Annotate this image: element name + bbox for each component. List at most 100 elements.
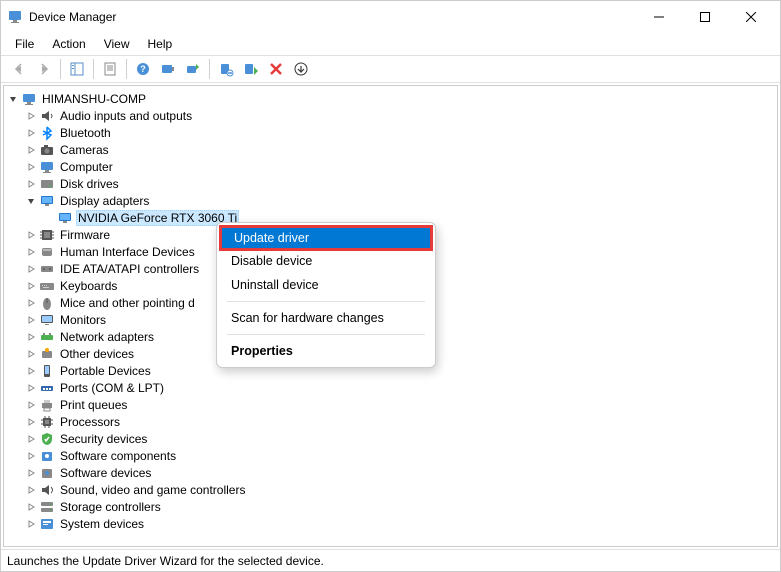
expand-icon[interactable]: [24, 483, 38, 497]
disk-icon: [39, 176, 55, 192]
tree-item-label: Mice and other pointing d: [58, 296, 197, 310]
close-button[interactable]: [728, 1, 774, 33]
expand-icon[interactable]: [24, 228, 38, 242]
ctx-uninstall-device[interactable]: Uninstall device: [217, 273, 435, 297]
menu-view[interactable]: View: [96, 35, 138, 53]
expand-icon[interactable]: [24, 279, 38, 293]
menu-action[interactable]: Action: [44, 35, 93, 53]
expand-icon[interactable]: [24, 364, 38, 378]
ctx-update-driver[interactable]: Update driver: [219, 225, 433, 251]
expand-icon[interactable]: [24, 177, 38, 191]
tree-category-bluetooth[interactable]: Bluetooth: [6, 124, 775, 141]
expand-icon[interactable]: [24, 449, 38, 463]
port-icon: [39, 380, 55, 396]
tree-category-system[interactable]: System devices: [6, 515, 775, 532]
expand-icon[interactable]: [24, 347, 38, 361]
tree-item-label: Storage controllers: [58, 500, 163, 514]
monitor-icon: [39, 312, 55, 328]
tree-item-label: Other devices: [58, 347, 136, 361]
tree-category-sound[interactable]: Sound, video and game controllers: [6, 481, 775, 498]
other-icon: [39, 346, 55, 362]
tree-item-label: IDE ATA/ATAPI controllers: [58, 262, 201, 276]
tree-category-processor[interactable]: Processors: [6, 413, 775, 430]
expand-icon[interactable]: [24, 381, 38, 395]
menu-file[interactable]: File: [7, 35, 42, 53]
tree-item-label: Security devices: [58, 432, 149, 446]
tree-category-print[interactable]: Print queues: [6, 396, 775, 413]
scan-hardware-button[interactable]: [156, 57, 180, 81]
maximize-button[interactable]: [682, 1, 728, 33]
tree-item-label: Sound, video and game controllers: [58, 483, 247, 497]
show-hide-tree-button[interactable]: [65, 57, 89, 81]
toolbar-separator: [209, 59, 210, 79]
expand-icon[interactable]: [24, 262, 38, 276]
expand-icon[interactable]: [24, 143, 38, 157]
disable-button[interactable]: [239, 57, 263, 81]
help-button[interactable]: ?: [131, 57, 155, 81]
expand-icon[interactable]: [24, 330, 38, 344]
tree-category-security[interactable]: Security devices: [6, 430, 775, 447]
tree-category-camera[interactable]: Cameras: [6, 141, 775, 158]
down-arrow-button[interactable]: [289, 57, 313, 81]
tree-category-softdev[interactable]: Software devices: [6, 464, 775, 481]
toolbar-separator: [93, 59, 94, 79]
expand-icon[interactable]: [24, 500, 38, 514]
expand-icon[interactable]: [24, 160, 38, 174]
tree-category-softcomp[interactable]: Software components: [6, 447, 775, 464]
uninstall-button[interactable]: [214, 57, 238, 81]
ctx-disable-device[interactable]: Disable device: [217, 249, 435, 273]
expand-icon[interactable]: [24, 517, 38, 531]
toolbar-separator: [126, 59, 127, 79]
tree-item-label: Computer: [58, 160, 115, 174]
expand-icon[interactable]: [24, 313, 38, 327]
tree-category-port[interactable]: Ports (COM & LPT): [6, 379, 775, 396]
toolbar-separator: [60, 59, 61, 79]
root-icon: [21, 91, 37, 107]
tree-item-label: Portable Devices: [58, 364, 153, 378]
menubar: File Action View Help: [1, 33, 780, 55]
expand-icon[interactable]: [24, 415, 38, 429]
expand-icon[interactable]: [24, 109, 38, 123]
toolbar: ?: [1, 55, 780, 83]
svg-text:?: ?: [140, 64, 146, 74]
minimize-button[interactable]: [636, 1, 682, 33]
ide-icon: [39, 261, 55, 277]
tree-category-disk[interactable]: Disk drives: [6, 175, 775, 192]
ctx-scan-hardware[interactable]: Scan for hardware changes: [217, 306, 435, 330]
ctx-properties[interactable]: Properties: [217, 339, 435, 363]
audio-icon: [39, 108, 55, 124]
expand-icon[interactable]: [24, 245, 38, 259]
collapse-icon[interactable]: [6, 92, 20, 106]
tree-category-display[interactable]: Display adapters: [6, 192, 775, 209]
tree-category-audio[interactable]: Audio inputs and outputs: [6, 107, 775, 124]
main-content: HIMANSHU-COMPAudio inputs and outputs Blu…: [3, 85, 778, 547]
softdev-icon: [39, 465, 55, 481]
tree-item-label: Disk drives: [58, 177, 121, 191]
properties-button[interactable]: [98, 57, 122, 81]
mouse-icon: [39, 295, 55, 311]
delete-button[interactable]: [264, 57, 288, 81]
forward-button[interactable]: [32, 57, 56, 81]
tree-item-label: Network adapters: [58, 330, 156, 344]
processor-icon: [39, 414, 55, 430]
expand-icon[interactable]: [24, 398, 38, 412]
tree-item-label: Processors: [58, 415, 122, 429]
back-button[interactable]: [7, 57, 31, 81]
expand-icon[interactable]: [24, 432, 38, 446]
expand-icon[interactable]: [24, 466, 38, 480]
update-driver-button[interactable]: [181, 57, 205, 81]
tree-category-computer[interactable]: Computer: [6, 158, 775, 175]
tree-item-label: Human Interface Devices: [58, 245, 197, 259]
tree-item-label: Bluetooth: [58, 126, 113, 140]
expand-icon[interactable]: [24, 126, 38, 140]
collapse-icon[interactable]: [24, 194, 38, 208]
tree-category-storage[interactable]: Storage controllers: [6, 498, 775, 515]
network-icon: [39, 329, 55, 345]
tree-root[interactable]: HIMANSHU-COMP: [6, 90, 775, 107]
storage-icon: [39, 499, 55, 515]
hid-icon: [39, 244, 55, 260]
menu-help[interactable]: Help: [140, 35, 181, 53]
keyboard-icon: [39, 278, 55, 294]
expand-icon[interactable]: [24, 296, 38, 310]
tree-item-label: System devices: [58, 517, 146, 531]
